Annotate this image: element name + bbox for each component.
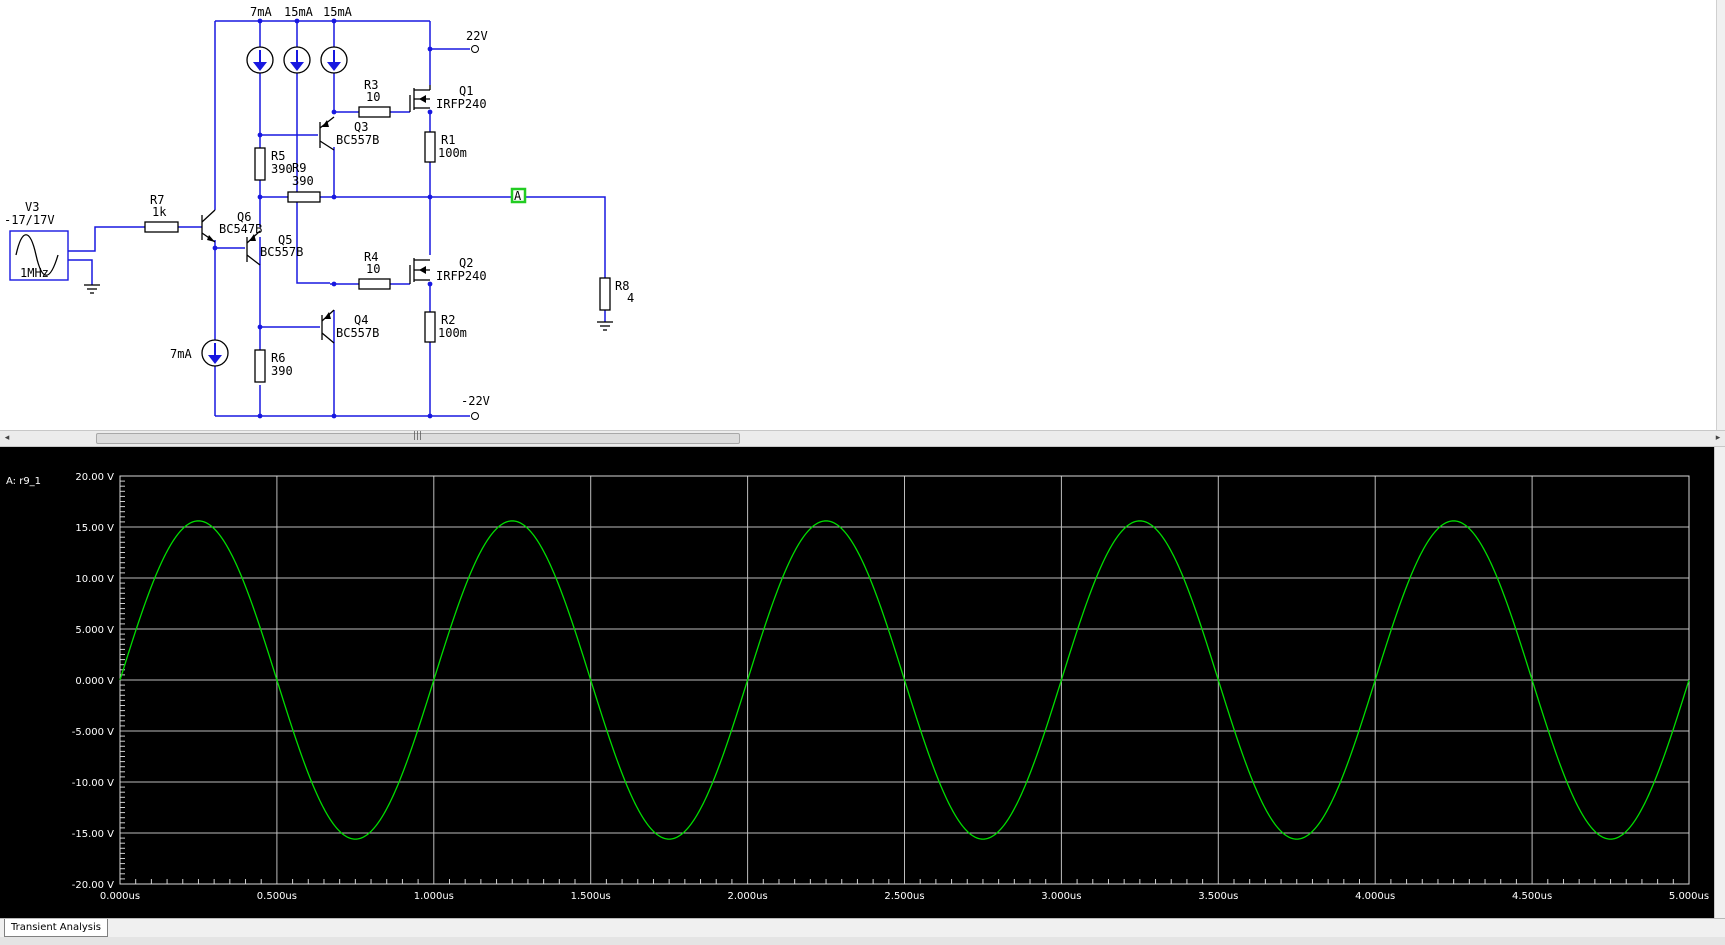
x-tick-label: 1.000us: [414, 891, 454, 902]
x-tick-label: 5.000us: [1669, 891, 1709, 902]
y-tick-label: -5.000 V: [72, 727, 114, 738]
probe-a-label: A: [514, 189, 522, 203]
transistor-q3[interactable]: Q3 BC557B: [319, 116, 379, 151]
current-source-4-label: 7mA: [170, 347, 192, 361]
r6-name: R6: [271, 351, 285, 365]
x-axis-ticks: 0.000us 0.500us 1.000us 1.500us 2.000us 2.500…: [100, 891, 1709, 902]
transistor-q2[interactable]: Q2 IRFP240: [409, 256, 487, 284]
y-tick-label: -20.00 V: [72, 880, 114, 891]
transistor-q1[interactable]: Q1 IRFP240: [409, 84, 487, 112]
scrollbar-thumb[interactable]: |||: [96, 431, 740, 444]
x-tick-label: 2.000us: [728, 891, 768, 902]
q6-model: BC547B: [219, 222, 262, 236]
y-axis-ticks: 20.00 V 15.00 V 10.00 V 5.000 V 0.000 V -5.00…: [72, 472, 114, 891]
r1-value: 100m: [438, 146, 467, 160]
probe-a[interactable]: A: [510, 187, 527, 204]
r3-value: 10: [366, 90, 380, 104]
current-source-3-label: 15mA: [323, 5, 353, 19]
x-tick-label: 4.000us: [1355, 891, 1395, 902]
trace-legend-label: A: r9_1: [6, 476, 41, 487]
x-tick-label: 0.000us: [100, 891, 140, 902]
current-source-4[interactable]: 7mA: [170, 339, 229, 367]
x-tick-label: 2.500us: [884, 891, 924, 902]
scrollbar-grip-icon: |||: [413, 431, 423, 441]
y-tick-label: 10.00 V: [75, 574, 114, 585]
r5-value: 390: [271, 162, 293, 176]
grapher-vertical-scrollbar[interactable]: [1714, 447, 1725, 918]
q4-model: BC557B: [336, 326, 379, 340]
q1-model: IRFP240: [436, 97, 487, 111]
transistor-q5[interactable]: Q5 BC557B: [246, 230, 303, 266]
schematic-canvas[interactable]: 22V -22V 7mA 15mA 15mA 7mA V3 -17/17V 1M…: [0, 0, 1725, 431]
current-source-2[interactable]: 15mA: [283, 5, 314, 74]
schematic-drawing: 22V -22V 7mA 15mA 15mA 7mA V3 -17/17V 1M…: [4, 5, 634, 420]
transistor-q4[interactable]: Q4 BC557B: [321, 309, 379, 344]
y-tick-label: 5.000 V: [75, 625, 114, 636]
q3-name: Q3: [354, 120, 368, 134]
q2-name: Q2: [459, 256, 473, 270]
r1-name: R1: [441, 133, 455, 147]
x-tick-label: 3.500us: [1198, 891, 1238, 902]
v3-name: V3: [25, 200, 39, 214]
current-source-2-label: 15mA: [284, 5, 314, 19]
current-source-1-label: 7mA: [250, 5, 272, 19]
wires: [68, 20, 606, 417]
v3-frequency: 1MHz: [20, 266, 49, 280]
x-tick-label: 1.500us: [571, 891, 611, 902]
x-tick-label: 0.500us: [257, 891, 297, 902]
ac-source-v3[interactable]: V3 -17/17V 1MHz: [4, 200, 69, 281]
scroll-right-arrow-icon[interactable]: ▸: [1711, 431, 1725, 446]
resistor-r5[interactable]: R5 390: [254, 147, 293, 181]
resistor-r6[interactable]: R6 390: [254, 349, 293, 383]
y-tick-label: 0.000 V: [75, 676, 114, 687]
pos-rail-label: 22V: [466, 29, 488, 43]
q2-model: IRFP240: [436, 269, 487, 283]
r9-name: R9: [292, 161, 306, 175]
neg-rail-label: -22V: [461, 394, 490, 408]
resistor-r9[interactable]: R9 390: [287, 161, 321, 203]
schematic-horizontal-scrollbar[interactable]: ◂ ||| ▸: [0, 430, 1725, 447]
ground-symbol-load: [597, 321, 613, 331]
resistor-r2[interactable]: R2 100m: [424, 311, 467, 343]
r8-value: 4: [627, 291, 634, 305]
q5-model: BC557B: [260, 245, 303, 259]
r6-value: 390: [271, 364, 293, 378]
x-tick-label: 4.500us: [1512, 891, 1552, 902]
r2-name: R2: [441, 313, 455, 327]
status-strip: [0, 937, 1725, 945]
q3-model: BC557B: [336, 133, 379, 147]
neg-rail-terminal: [471, 412, 479, 420]
r5-name: R5: [271, 149, 285, 163]
pos-rail-terminal: [471, 45, 479, 53]
scroll-left-arrow-icon[interactable]: ◂: [0, 431, 14, 446]
tab-transient-analysis[interactable]: Transient Analysis: [4, 919, 108, 937]
r9-value: 390: [292, 174, 314, 188]
r2-value: 100m: [438, 326, 467, 340]
grapher-panel[interactable]: 20.00 V 15.00 V 10.00 V 5.000 V 0.000 V -5.00…: [0, 447, 1715, 918]
resistor-r3[interactable]: R3 10: [358, 78, 391, 118]
y-tick-label: 15.00 V: [75, 523, 114, 534]
resistor-r8[interactable]: R8 4: [599, 277, 634, 311]
r7-value: 1k: [152, 205, 167, 219]
resistor-r7[interactable]: R7 1k: [144, 193, 179, 233]
y-tick-label: -10.00 V: [72, 778, 114, 789]
q1-name: Q1: [459, 84, 473, 98]
y-tick-label: -15.00 V: [72, 829, 114, 840]
x-tick-label: 3.000us: [1041, 891, 1081, 902]
current-source-3[interactable]: 15mA: [320, 5, 353, 74]
resistor-r4[interactable]: R4 10: [358, 250, 391, 290]
schematic-vertical-scrollbar[interactable]: [1716, 0, 1725, 431]
ground-symbol-source: [84, 284, 100, 294]
y-tick-label: 20.00 V: [75, 472, 114, 483]
transient-plot: 20.00 V 15.00 V 10.00 V 5.000 V 0.000 V -5.00…: [6, 472, 1709, 902]
r4-value: 10: [366, 262, 380, 276]
resistor-r1[interactable]: R1 100m: [424, 131, 467, 163]
q4-name: Q4: [354, 313, 368, 327]
v3-value: -17/17V: [4, 213, 55, 227]
